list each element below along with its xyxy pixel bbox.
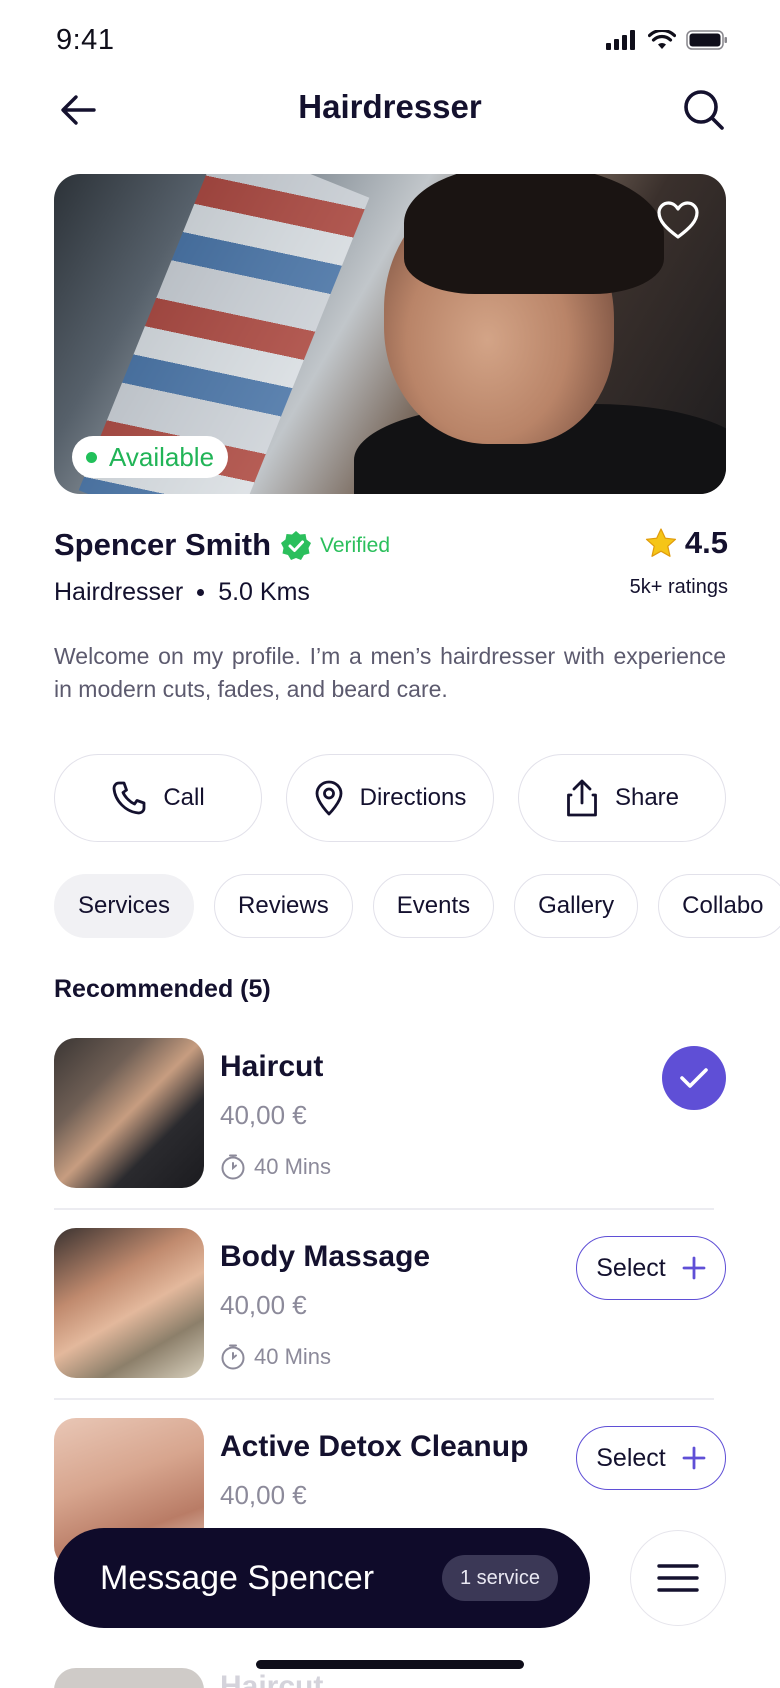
call-button[interactable]: Call <box>54 754 262 842</box>
share-label: Share <box>614 784 680 811</box>
star-icon <box>645 528 676 557</box>
tab-reviews[interactable]: Reviews <box>214 874 353 938</box>
share-icon <box>567 779 597 817</box>
verified-badge: Verified <box>280 530 390 562</box>
home-indicator <box>256 1660 524 1669</box>
menu-icon <box>657 1564 699 1592</box>
location-pin-icon <box>315 780 343 816</box>
profile-bio: Welcome on my profile. I’m a men’s haird… <box>54 643 726 702</box>
top-bar: Hairdresser <box>0 84 780 170</box>
service-thumbnail <box>54 1038 204 1188</box>
service-price: 40,00 € <box>220 1100 307 1130</box>
status-icons <box>606 30 728 50</box>
ratings-count: 5k+ ratings <box>629 576 728 598</box>
select-label: Select <box>596 1443 666 1472</box>
rating-value: 4.5 <box>684 525 728 560</box>
service-price: 40,00 € <box>220 1480 307 1510</box>
plus-icon <box>682 1256 706 1280</box>
distance: 5.0 Kms <box>218 578 310 606</box>
signal-icon <box>606 30 635 50</box>
page-title: Hairdresser <box>298 88 482 125</box>
peek-thumbnail <box>54 1668 204 1688</box>
availability-badge: Available <box>72 436 229 478</box>
status-time: 9:41 <box>56 24 115 56</box>
rating: 4.5 <box>645 525 728 561</box>
check-icon <box>680 1068 708 1088</box>
service-price: 40,00 € <box>220 1290 307 1320</box>
service-duration: 40 Mins <box>220 1154 331 1180</box>
heart-icon <box>657 201 699 239</box>
select-label: Select <box>596 1253 666 1282</box>
divider <box>54 1208 714 1210</box>
service-name: Body Massage <box>220 1240 431 1273</box>
verified-badge-icon <box>281 531 311 560</box>
recommended-title: Recommended (5) <box>54 975 271 1003</box>
verified-label: Verified <box>320 534 391 557</box>
service-duration: 40 Mins <box>220 1344 331 1370</box>
status-bar: 9:41 <box>0 0 780 84</box>
select-service-button[interactable]: Select <box>576 1236 726 1300</box>
divider <box>54 1398 714 1400</box>
peek-service-name: Haircut <box>220 1670 324 1688</box>
phone-icon <box>112 781 146 815</box>
profession: Hairdresser <box>54 578 184 606</box>
service-item[interactable]: Haircut 40,00 € 40 Mins <box>54 1038 726 1210</box>
share-button[interactable]: Share <box>518 754 726 842</box>
wifi-icon <box>648 30 676 49</box>
separator-dot <box>197 589 205 596</box>
menu-button[interactable] <box>630 1530 726 1626</box>
photo-hair-shape <box>404 174 664 294</box>
tab-bar: Services Reviews Events Gallery Collabo <box>54 874 780 938</box>
profile-name: Spencer Smith <box>54 527 272 562</box>
message-cta-label: Message Spencer <box>100 1558 375 1597</box>
search-icon <box>684 90 724 130</box>
plus-icon <box>682 1446 706 1470</box>
profile-hero-image: Available <box>54 174 726 494</box>
battery-icon <box>686 30 727 50</box>
action-buttons: Call Directions Share <box>54 754 726 842</box>
service-name: Active Detox Cleanup <box>220 1430 529 1463</box>
directions-label: Directions <box>359 784 467 811</box>
tab-events[interactable]: Events <box>372 874 495 938</box>
selected-services-badge: 1 service <box>441 1555 558 1601</box>
search-button[interactable] <box>680 86 728 134</box>
availability-dot <box>86 451 97 463</box>
service-item[interactable]: Body Massage 40,00 € 40 Mins Select <box>54 1228 726 1400</box>
service-duration-label: 40 Mins <box>254 1344 332 1369</box>
profile-subtitle: Hairdresser 5.0 Kms <box>54 578 310 607</box>
availability-label: Available <box>109 441 215 472</box>
service-duration-label: 40 Mins <box>254 1154 332 1179</box>
select-service-button[interactable]: Select <box>576 1426 726 1490</box>
call-label: Call <box>163 784 205 811</box>
clock-icon <box>221 1154 245 1180</box>
directions-button[interactable]: Directions <box>286 754 494 842</box>
clock-icon <box>221 1344 245 1370</box>
service-name: Haircut <box>220 1050 324 1083</box>
selected-check-button[interactable] <box>662 1046 726 1110</box>
favorite-button[interactable] <box>654 196 702 244</box>
service-thumbnail <box>54 1228 204 1378</box>
tab-services[interactable]: Services <box>54 874 195 938</box>
message-cta-button[interactable]: Message Spencer 1 service <box>54 1528 590 1628</box>
tab-collabo[interactable]: Collabo <box>658 874 780 938</box>
tab-gallery[interactable]: Gallery <box>514 874 639 938</box>
